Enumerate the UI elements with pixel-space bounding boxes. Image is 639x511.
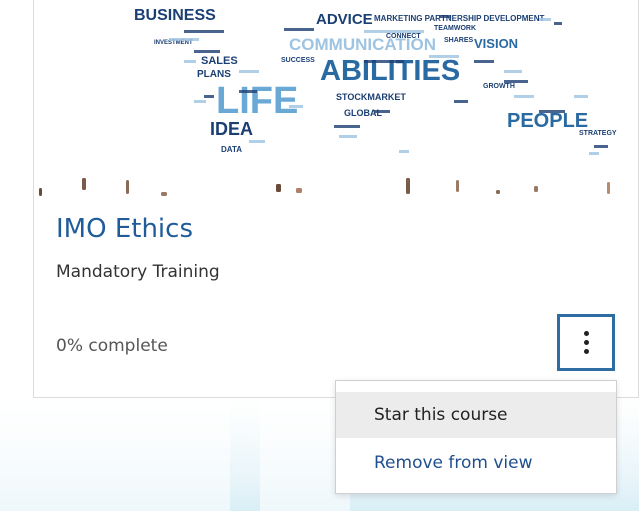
word-cloud-word: PEOPLE bbox=[507, 110, 588, 132]
word-cloud-filler bbox=[539, 110, 565, 113]
word-cloud-word: MARKETING PARTNERSHIP DEVELOPMENT bbox=[374, 14, 544, 23]
word-cloud-filler bbox=[364, 60, 404, 63]
word-cloud-word: PLANS bbox=[197, 69, 231, 80]
word-cloud-filler bbox=[239, 90, 257, 93]
word-cloud-filler bbox=[439, 15, 451, 18]
word-cloud-word: IDEA bbox=[210, 119, 253, 139]
word-cloud-filler bbox=[339, 135, 357, 138]
word-cloud-filler bbox=[194, 50, 220, 53]
word-cloud-filler bbox=[194, 100, 206, 103]
word-cloud-filler bbox=[364, 30, 424, 33]
word-cloud-filler bbox=[184, 30, 224, 33]
course-card[interactable]: BUSINESS ADVICE MARKETING PARTNERSHIP DEVE… bbox=[33, 0, 639, 398]
word-cloud-filler bbox=[454, 100, 468, 103]
word-cloud-word: GROWTH bbox=[483, 83, 515, 90]
word-cloud-filler bbox=[429, 55, 459, 58]
raised-hand-figure bbox=[607, 182, 610, 194]
word-cloud-word: STOCKMARKET bbox=[336, 92, 406, 102]
word-cloud-filler bbox=[169, 38, 199, 41]
raised-hand-figure bbox=[161, 192, 167, 196]
menu-dot bbox=[584, 331, 589, 336]
word-cloud-filler bbox=[514, 95, 534, 98]
word-cloud-word: VISION bbox=[474, 36, 518, 51]
word-cloud-filler bbox=[289, 105, 303, 108]
course-progress: 0% complete bbox=[56, 336, 168, 356]
word-cloud-word: LIFE bbox=[216, 80, 298, 122]
word-cloud-filler bbox=[504, 70, 522, 73]
word-cloud-word: ADVICE bbox=[316, 11, 373, 28]
word-cloud-word: BUSINESS bbox=[134, 7, 216, 24]
course-actions-dropdown: Star this course Remove from view bbox=[335, 380, 617, 494]
raised-hand-figure bbox=[534, 186, 538, 192]
raised-hand-figure bbox=[82, 178, 86, 190]
word-cloud-filler bbox=[474, 60, 494, 63]
word-cloud-filler bbox=[574, 95, 588, 98]
word-cloud-filler bbox=[554, 22, 562, 25]
raised-hand-figure bbox=[296, 188, 302, 193]
word-cloud-filler bbox=[594, 145, 608, 148]
word-cloud-filler bbox=[539, 18, 551, 21]
remove-from-view-menu-item[interactable]: Remove from view bbox=[336, 440, 616, 486]
word-cloud-filler bbox=[504, 80, 528, 83]
word-cloud-filler bbox=[284, 28, 314, 31]
word-cloud-filler bbox=[239, 70, 259, 73]
word-cloud-filler bbox=[399, 150, 409, 153]
word-cloud-filler bbox=[334, 125, 360, 128]
word-cloud-word: SHARES bbox=[444, 37, 474, 44]
word-cloud-filler bbox=[374, 110, 390, 113]
raised-hand-figure bbox=[39, 188, 42, 196]
word-cloud-word: STRATEGY bbox=[579, 130, 617, 137]
menu-dot bbox=[584, 349, 589, 354]
word-cloud-filler bbox=[249, 140, 265, 143]
word-cloud-map: BUSINESS ADVICE MARKETING PARTNERSHIP DEVE… bbox=[39, 7, 617, 196]
raised-hand-figure bbox=[496, 190, 500, 194]
word-cloud-word: SUCCESS bbox=[281, 57, 315, 64]
background-stripe bbox=[0, 398, 230, 511]
word-cloud-filler bbox=[589, 152, 599, 155]
course-category: Mandatory Training bbox=[56, 262, 220, 282]
course-actions-menu-button[interactable] bbox=[557, 314, 615, 371]
course-image[interactable]: BUSINESS ADVICE MARKETING PARTNERSHIP DEVE… bbox=[34, 0, 638, 197]
raised-hand-figure bbox=[126, 180, 129, 194]
raised-hand-figure bbox=[406, 178, 410, 194]
word-cloud-word: DATA bbox=[221, 145, 242, 154]
star-course-menu-item[interactable]: Star this course bbox=[336, 392, 616, 438]
word-cloud-filler bbox=[184, 60, 196, 63]
word-cloud-word: TEAMWORK bbox=[434, 25, 476, 32]
course-title-link[interactable]: IMO Ethics bbox=[56, 214, 193, 244]
raised-hand-figure bbox=[276, 184, 281, 192]
word-cloud-word: SALES bbox=[201, 55, 238, 67]
menu-dot bbox=[584, 340, 589, 345]
word-cloud-filler bbox=[204, 95, 214, 98]
raised-hand-figure bbox=[456, 180, 459, 192]
word-cloud-word: ABILITIES bbox=[320, 55, 460, 87]
word-cloud-word: CONNECT bbox=[386, 33, 421, 40]
